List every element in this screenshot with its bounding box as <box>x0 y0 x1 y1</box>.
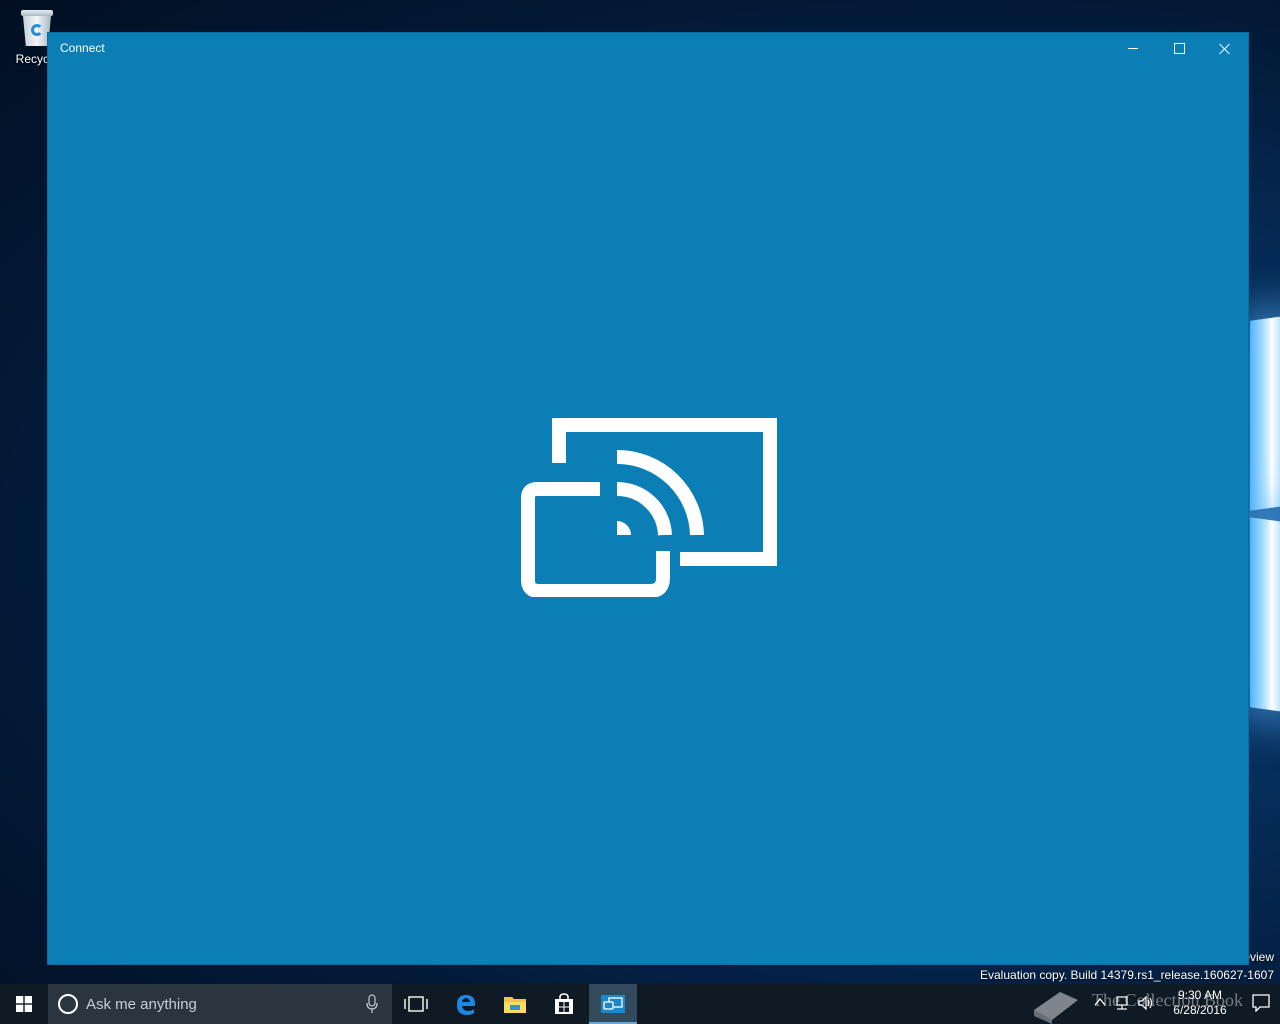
chevron-up-icon[interactable] <box>1094 996 1106 1008</box>
start-button[interactable] <box>0 984 48 1024</box>
clock-date: 6/28/2016 <box>1173 1003 1227 1017</box>
book-logo-icon <box>1034 992 1078 1024</box>
task-view-button[interactable] <box>392 984 440 1024</box>
windows-start-icon <box>16 996 32 1012</box>
store-icon <box>555 993 573 1014</box>
build-watermark: Evaluation copy. Build 14379.rs1_release… <box>980 968 1274 982</box>
action-center-icon[interactable] <box>1252 994 1270 1012</box>
volume-icon[interactable] <box>1138 996 1154 1010</box>
edge-button[interactable] <box>442 984 490 1024</box>
tray-icons <box>1094 996 1154 1010</box>
task-view-icon <box>404 996 428 1012</box>
window-title: Connect <box>60 41 105 55</box>
edge-icon <box>457 995 475 1015</box>
windows-logo-wallpaper <box>1250 517 1280 713</box>
connect-window: Connect <box>47 32 1249 965</box>
cortana-icon <box>58 994 78 1014</box>
close-button[interactable] <box>1202 33 1248 64</box>
close-icon <box>1219 43 1231 55</box>
windows-logo-wallpaper <box>1250 315 1280 511</box>
clock[interactable]: 9:30 AM 6/28/2016 <box>1162 988 1238 1018</box>
minimize-button[interactable] <box>1110 33 1156 64</box>
file-explorer-button[interactable] <box>491 984 539 1024</box>
search-placeholder: Ask me anything <box>86 995 197 1013</box>
title-bar[interactable]: Connect <box>48 33 1248 64</box>
minimize-icon <box>1128 48 1138 49</box>
system-tray: The Collection Book 9:30 AM 6/28/2016 <box>1030 984 1280 1024</box>
connect-app-button[interactable] <box>589 984 637 1024</box>
network-icon[interactable] <box>1114 996 1130 1010</box>
cortana-search-box[interactable]: Ask me anything <box>48 984 392 1024</box>
file-explorer-icon <box>504 997 526 1013</box>
maximize-icon <box>1173 43 1185 54</box>
taskbar: Ask me anything The Collection Book 9:30… <box>0 984 1280 1024</box>
microphone-icon[interactable] <box>366 994 378 1014</box>
maximize-button[interactable] <box>1156 33 1202 64</box>
connect-cast-icon <box>521 418 777 597</box>
connect-app-icon <box>601 995 625 1013</box>
clock-time: 9:30 AM <box>1177 988 1223 1002</box>
store-button[interactable] <box>540 984 588 1024</box>
